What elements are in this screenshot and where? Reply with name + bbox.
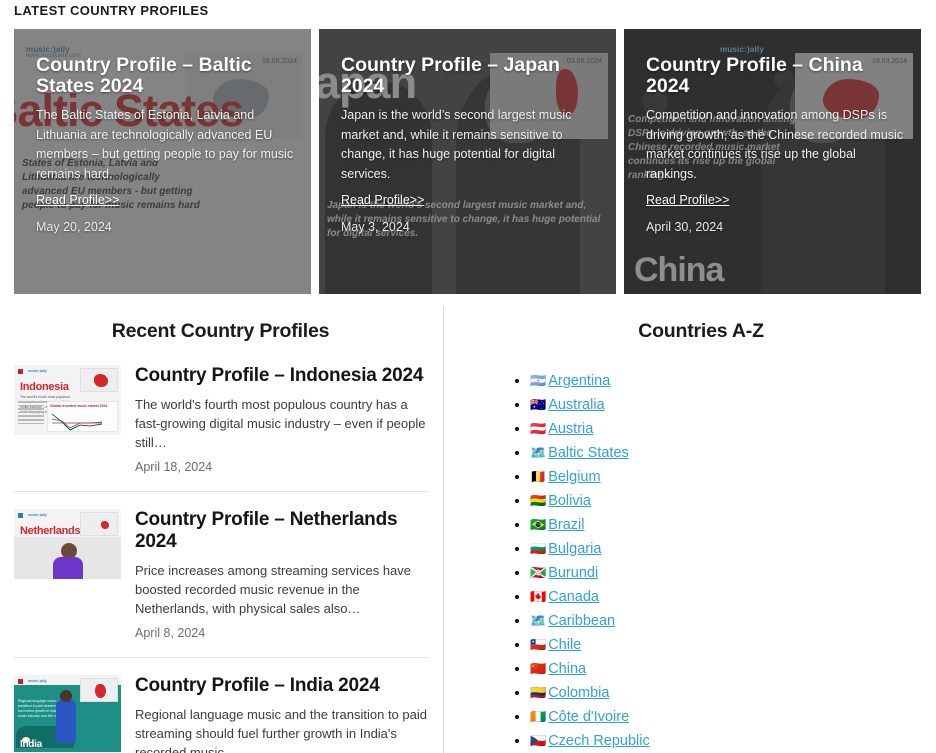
flag-icon: 🇦🇹 xyxy=(530,421,547,436)
flag-icon: 🇧🇬 xyxy=(530,541,547,556)
thumb-photo xyxy=(14,537,121,579)
thumb-map-icon xyxy=(80,678,118,702)
hero-card-japan[interactable]: 03.05.2024 Japan Japan is the world's se… xyxy=(319,29,616,294)
country-link[interactable]: Canada xyxy=(548,589,599,605)
list-item[interactable]: 🇨🇿Czech Republic xyxy=(530,729,922,753)
flag-icon: 🇨🇱 xyxy=(530,637,547,652)
list-item[interactable]: 🇨🇴Colombia xyxy=(530,681,922,705)
list-item[interactable]: 🇧🇴Bolivia xyxy=(530,489,922,513)
country-link[interactable]: Colombia xyxy=(548,685,609,701)
thumb-chart: Global recorded music market 2024 xyxy=(47,401,118,432)
country-link[interactable]: Chile xyxy=(548,637,581,653)
read-profile-link[interactable]: Read Profile>> xyxy=(36,192,119,209)
thumb-brand: music:)ally xyxy=(28,513,47,517)
list-item[interactable]: music:)ally Regional language music and … xyxy=(14,675,427,753)
recent-profiles-heading: Recent Country Profiles xyxy=(111,320,330,342)
flag-icon: 🗺️ xyxy=(530,613,547,628)
country-link[interactable]: Burundi xyxy=(548,565,598,581)
country-link[interactable]: Bulgaria xyxy=(548,541,601,557)
thumb-body-lines xyxy=(18,401,44,432)
profile-thumbnail-indonesia[interactable]: music:)ally Indonesia The world's fourth… xyxy=(14,365,121,435)
profile-date: April 18, 2024 xyxy=(135,460,213,474)
list-item[interactable]: 🇨🇮Côte d'Ivoire xyxy=(530,705,922,729)
recent-profiles-column: Recent Country Profiles music:)ally Indo… xyxy=(14,306,444,753)
countries-az-heading: Countries A-Z xyxy=(638,320,764,342)
flag-icon: 🇧🇮 xyxy=(530,565,547,580)
countries-az-column: Countries A-Z 🇦🇷Argentina 🇦🇺Australia 🇦🇹… xyxy=(470,306,922,753)
profile-excerpt: The world's fourth most populous country… xyxy=(135,397,426,450)
country-link[interactable]: Caribbean xyxy=(548,613,615,629)
hero-date: May 3, 2024 xyxy=(341,220,410,234)
hero-excerpt: Competition and innovation among DSPs is… xyxy=(646,108,904,181)
list-item[interactable]: music:)ally Indonesia The world's fourth… xyxy=(14,365,427,492)
list-item[interactable]: 🇦🇷Argentina xyxy=(530,369,922,393)
flag-icon: 🇨🇴 xyxy=(530,685,547,700)
flag-icon: 🇨🇦 xyxy=(530,589,547,604)
hero-title: Country Profile – Japan 2024 xyxy=(341,54,560,97)
profile-excerpt: Price increases among streaming services… xyxy=(135,563,412,616)
hero-date: April 30, 2024 xyxy=(646,220,724,234)
list-item[interactable]: 🇧🇬Bulgaria xyxy=(530,537,922,561)
latest-profiles-carousel: music:)ally www.musically.com 16.05.2024… xyxy=(14,29,922,294)
profile-date: April 8, 2024 xyxy=(135,626,206,640)
thumb-country-word: Indonesia xyxy=(20,381,69,393)
list-item[interactable]: 🇧🇪Belgium xyxy=(530,465,922,489)
list-item[interactable]: 🇦🇹Austria xyxy=(530,417,922,441)
profile-title[interactable]: Country Profile – Netherlands 2024 xyxy=(135,509,427,553)
thumb-brand: music:)ally xyxy=(28,679,47,683)
read-profile-link[interactable]: Read Profile>> xyxy=(646,192,729,209)
hero-excerpt: The Baltic States of Estonia, Latvia and… xyxy=(36,108,294,181)
flag-icon: 🇧🇷 xyxy=(530,517,547,532)
list-item[interactable]: 🇦🇺Australia xyxy=(530,393,922,417)
read-profile-link[interactable]: Read Profile>> xyxy=(341,192,424,209)
hero-excerpt: Japan is the world’s second largest musi… xyxy=(341,108,572,181)
hero-title: Country Profile – China 2024 xyxy=(646,54,863,97)
profile-thumbnail-india[interactable]: music:)ally Regional language music and … xyxy=(14,675,121,752)
country-link[interactable]: Bolivia xyxy=(548,493,591,509)
profile-thumbnail-netherlands[interactable]: music:)ally Netherlands Price increases … xyxy=(14,509,121,579)
country-link[interactable]: Argentina xyxy=(548,373,610,389)
flag-icon: 🇧🇴 xyxy=(530,493,547,508)
hero-title: Country Profile – Baltic States 2024 xyxy=(36,54,252,97)
list-item[interactable]: 🇨🇦Canada xyxy=(530,585,922,609)
profile-title[interactable]: Country Profile – India 2024 xyxy=(135,675,427,697)
thumb-brand: music:)ally xyxy=(28,369,47,373)
list-item[interactable]: 🇧🇮Burundi xyxy=(530,561,922,585)
thumb-map-icon xyxy=(80,368,118,392)
list-item[interactable]: 🗺️Baltic States xyxy=(530,441,922,465)
list-item[interactable]: 🇧🇷Brazil xyxy=(530,513,922,537)
thumb-chart-title: Global recorded music market 2024 xyxy=(50,404,108,408)
list-item[interactable]: 🇨🇳China xyxy=(530,657,922,681)
flag-icon: 🇧🇪 xyxy=(530,469,547,484)
country-list: 🇦🇷Argentina 🇦🇺Australia 🇦🇹Austria 🗺️Balt… xyxy=(490,369,922,753)
profile-excerpt: Regional language music and the transiti… xyxy=(135,707,427,753)
section-kicker: LATEST COUNTRY PROFILES xyxy=(14,3,209,18)
country-link[interactable]: Brazil xyxy=(548,517,584,533)
profile-title[interactable]: Country Profile – Indonesia 2024 xyxy=(135,365,427,387)
flag-icon: 🇨🇳 xyxy=(530,661,547,676)
hero-card-china[interactable]: music:)ally 19.03.2024 Competition and i… xyxy=(624,29,921,294)
recent-profiles-list: music:)ally Indonesia The world's fourth… xyxy=(14,365,427,753)
list-item[interactable]: 🗺️Caribbean xyxy=(530,609,922,633)
list-item[interactable]: 🇨🇱Chile xyxy=(530,633,922,657)
country-link[interactable]: Côte d'Ivoire xyxy=(548,709,629,725)
country-link[interactable]: Baltic States xyxy=(548,445,629,461)
list-item[interactable]: music:)ally Netherlands Price increases … xyxy=(14,509,427,658)
country-link[interactable]: China xyxy=(548,661,586,677)
thumb-country-word: Netherlands xyxy=(20,525,81,537)
country-link[interactable]: Australia xyxy=(548,397,604,413)
country-link[interactable]: Austria xyxy=(548,421,593,437)
flag-icon: 🇨🇿 xyxy=(530,733,547,748)
lower-content-area: Recent Country Profiles music:)ally Indo… xyxy=(0,306,936,753)
thumb-map-icon xyxy=(80,512,118,536)
country-link[interactable]: Czech Republic xyxy=(548,733,650,749)
flag-icon: 🗺️ xyxy=(530,445,547,460)
flag-icon: 🇦🇺 xyxy=(530,397,547,412)
hero-date: May 20, 2024 xyxy=(36,220,112,234)
flag-icon: 🇨🇮 xyxy=(530,709,547,724)
thumb-country-word: India xyxy=(20,739,42,750)
country-link[interactable]: Belgium xyxy=(548,469,600,485)
hero-card-baltic-states[interactable]: music:)ally www.musically.com 16.05.2024… xyxy=(14,29,311,294)
flag-icon: 🇦🇷 xyxy=(530,373,547,388)
